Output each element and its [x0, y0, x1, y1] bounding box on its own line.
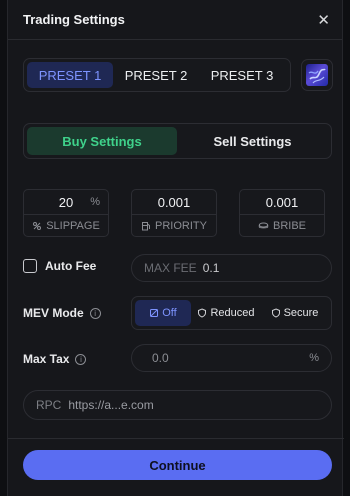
- info-icon[interactable]: i: [75, 353, 87, 365]
- max-tax-label: Max Tax: [23, 352, 70, 366]
- max-tax-input[interactable]: 0.0 %: [131, 344, 332, 372]
- bribe-box: 0.001 BRIBE: [239, 189, 325, 237]
- continue-button[interactable]: Continue: [23, 450, 332, 480]
- preset-2-button[interactable]: PRESET 2: [113, 62, 199, 88]
- mev-reduced-label: Reduced: [210, 307, 255, 319]
- gas-pump-icon: [142, 222, 151, 231]
- mev-mode-label-row: MEV Mode i: [23, 306, 101, 320]
- slippage-value: 20: [58, 194, 74, 210]
- max-fee-input[interactable]: MAX FEE 0.1: [131, 254, 332, 282]
- slippage-label-row: SLIPPAGE: [24, 215, 108, 237]
- max-tax-value: 0.0: [152, 351, 169, 365]
- mev-secure-label: Secure: [283, 307, 319, 319]
- auto-fee-row: Auto Fee: [23, 259, 96, 273]
- priority-input[interactable]: 0.001: [132, 190, 216, 215]
- mev-off-button[interactable]: Off: [135, 300, 191, 326]
- preset-1-button[interactable]: PRESET 1: [27, 62, 113, 88]
- slippage-box: 20 % SLIPPAGE: [23, 189, 109, 237]
- auto-fee-label: Auto Fee: [45, 259, 97, 273]
- preset-selector: PRESET 1 PRESET 2 PRESET 3: [23, 58, 291, 92]
- mev-reduced-button[interactable]: Reduced: [193, 300, 259, 326]
- modal-header: Trading Settings ✕: [8, 0, 342, 40]
- mev-mode-selector: Off Reduced Secure: [131, 296, 332, 330]
- max-tax-unit: %: [309, 352, 319, 364]
- bribe-label: BRIBE: [272, 220, 306, 232]
- bribe-label-row: BRIBE: [240, 215, 324, 237]
- max-fee-label: MAX FEE: [144, 261, 197, 275]
- mev-mode-label: MEV Mode: [23, 306, 84, 320]
- slippage-label: SLIPPAGE: [46, 220, 100, 232]
- bribe-value: 0.001: [265, 194, 299, 210]
- info-icon[interactable]: i: [89, 307, 101, 319]
- shield-check-icon: [271, 308, 280, 318]
- buy-sell-tabs: Buy Settings Sell Settings: [23, 123, 332, 159]
- mev-secure-button[interactable]: Secure: [261, 300, 328, 326]
- preset-logo-icon[interactable]: [301, 59, 333, 91]
- mev-off-label: Off: [162, 307, 177, 319]
- bribe-input[interactable]: 0.001: [240, 190, 324, 215]
- priority-value: 0.001: [157, 194, 191, 210]
- modal-title: Trading Settings: [23, 12, 125, 27]
- footer-divider: [8, 438, 344, 439]
- close-icon[interactable]: ✕: [317, 11, 330, 29]
- rpc-input[interactable]: RPC https://a...e.com: [23, 390, 332, 420]
- tab-sell-settings[interactable]: Sell Settings: [177, 127, 328, 155]
- slippage-icon: [33, 222, 42, 230]
- auto-fee-checkbox[interactable]: [23, 259, 37, 273]
- preset-row: PRESET 1 PRESET 2 PRESET 3: [23, 58, 341, 92]
- priority-label-row: PRIORITY: [132, 215, 216, 237]
- slippage-input[interactable]: 20 %: [24, 190, 108, 215]
- priority-label: PRIORITY: [155, 220, 207, 232]
- coin-icon: [258, 222, 269, 229]
- tab-buy-settings[interactable]: Buy Settings: [27, 127, 177, 155]
- max-fee-value: 0.1: [202, 261, 220, 275]
- slippage-unit: %: [90, 196, 100, 208]
- max-tax-label-row: Max Tax i: [23, 352, 87, 366]
- param-boxes: 20 % SLIPPAGE 0.001 PRIORITY 0.001 BRIBE: [23, 189, 332, 237]
- rpc-value: https://a...e.com: [68, 398, 154, 412]
- shield-slash-icon: [150, 309, 159, 317]
- rpc-label: RPC: [36, 398, 62, 412]
- trading-settings-modal: Trading Settings ✕ PRESET 1 PRESET 2 PRE…: [7, 0, 344, 496]
- shield-icon: [198, 308, 207, 318]
- priority-box: 0.001 PRIORITY: [131, 189, 217, 237]
- preset-3-button[interactable]: PRESET 3: [199, 62, 285, 88]
